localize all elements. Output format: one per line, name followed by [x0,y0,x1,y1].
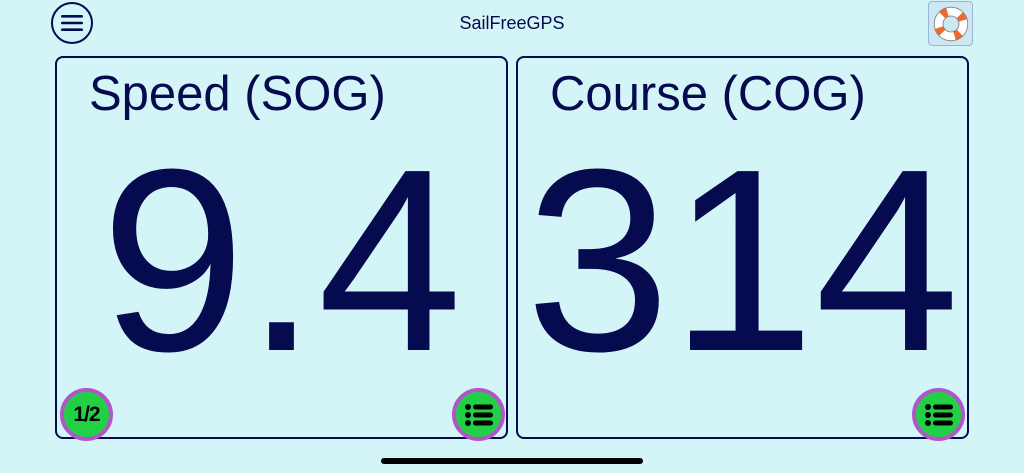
life-ring-icon [933,6,968,41]
page-indicator-label: 1/2 [73,402,100,426]
page-indicator-button[interactable]: 1/2 [60,388,113,441]
speed-panel[interactable]: Speed (SOG) 9.4 1/2 [55,56,508,441]
course-value: 314 [525,116,960,406]
app-title: SailFreeGPS [459,13,565,33]
course-panel[interactable]: Course (COG) 314 [516,56,969,441]
home-indicator[interactable] [381,458,643,464]
help-button[interactable] [928,1,973,46]
list-icon [924,403,953,426]
speed-value: 9.4 [100,116,463,406]
course-label: Course (COG) [550,67,866,121]
list-icon [464,403,493,426]
course-list-button[interactable] [912,388,965,441]
speed-label: Speed (SOG) [89,67,386,121]
speed-list-button[interactable] [452,388,505,441]
